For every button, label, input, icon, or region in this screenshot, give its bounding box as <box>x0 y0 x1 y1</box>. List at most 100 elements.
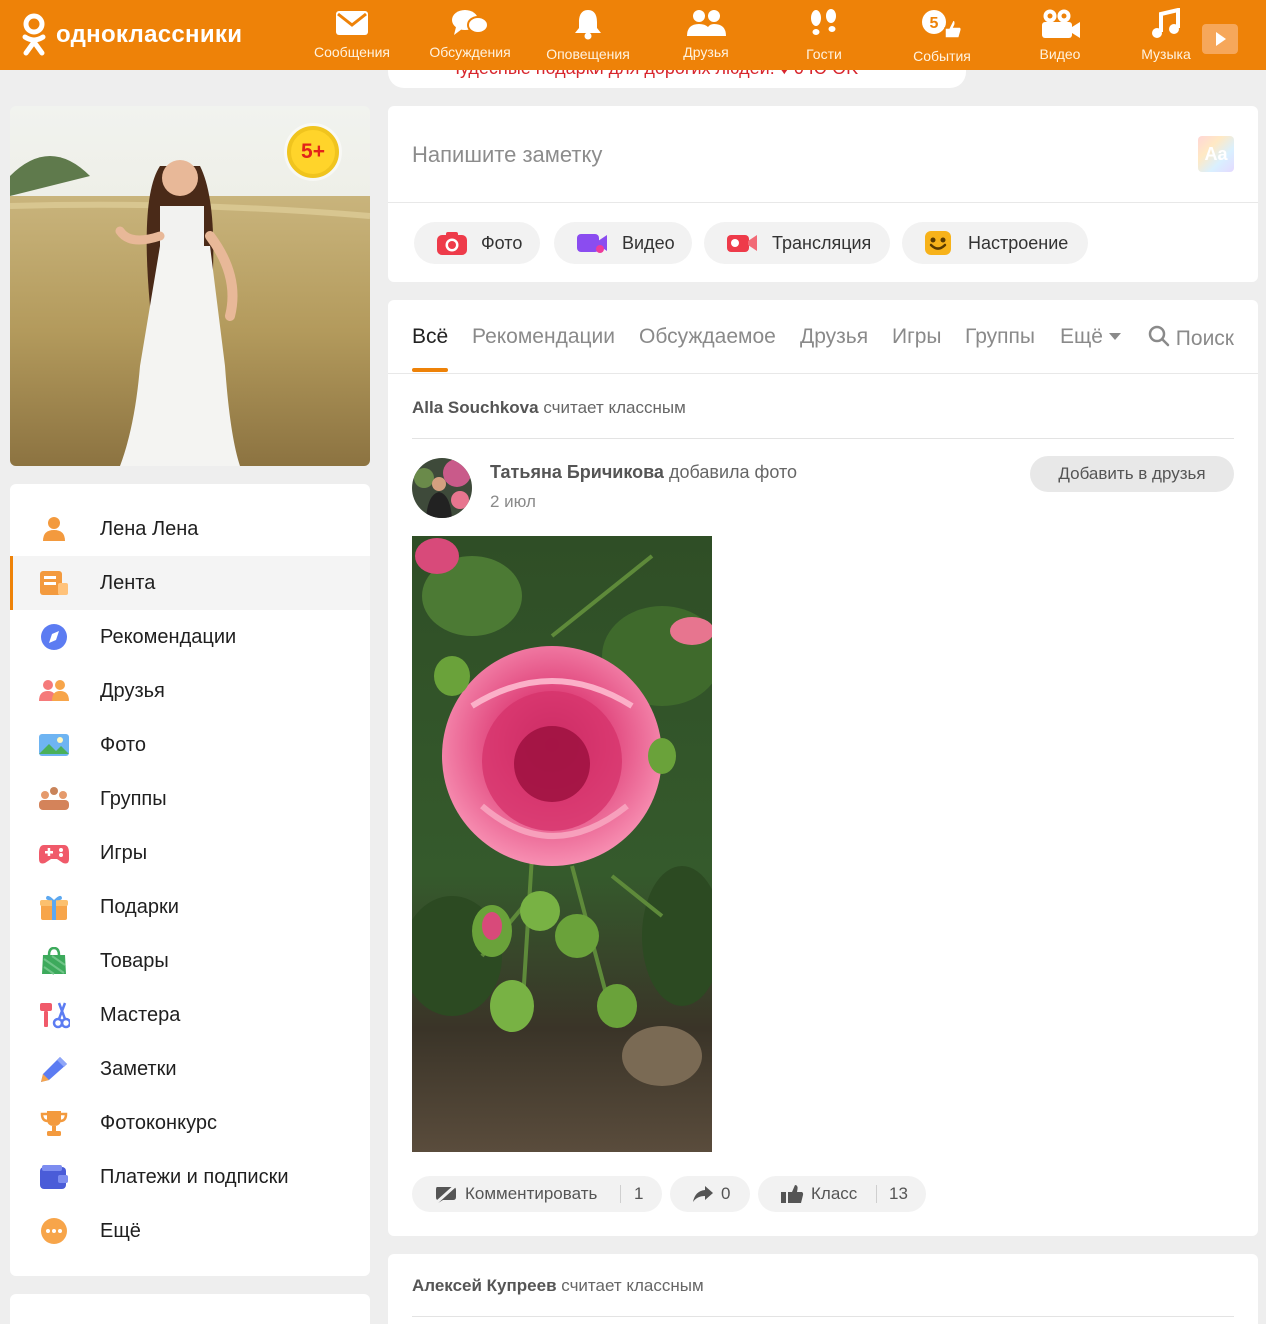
like-button[interactable]: Класс 13 <box>758 1176 926 1212</box>
menu-item-notes[interactable]: Заметки <box>10 1042 370 1096</box>
tab-groups[interactable]: Группы <box>965 325 1035 349</box>
video-camera-icon <box>1042 9 1080 38</box>
nav-notifications[interactable]: Оповещения <box>533 6 643 62</box>
menu-item-games[interactable]: Игры <box>10 826 370 880</box>
share-button[interactable]: 0 <box>670 1176 750 1212</box>
menu-item-recommendations[interactable]: Рекомендации <box>10 610 370 664</box>
menu-item-photos[interactable]: Фото <box>10 718 370 772</box>
comment-count: 1 <box>634 1184 644 1203</box>
feed-icon <box>40 571 68 595</box>
tab-all[interactable]: Всё <box>412 325 448 349</box>
broadcast-button[interactable]: Трансляция <box>704 222 890 264</box>
tab-more[interactable]: Ещё <box>1060 325 1121 349</box>
nav-label: Друзья <box>683 44 729 60</box>
like-count: 13 <box>889 1184 908 1203</box>
profile-badge[interactable]: 5+ <box>287 126 339 178</box>
more-dots-icon <box>41 1218 67 1244</box>
liker-name[interactable]: Alla Souchkova <box>412 398 539 417</box>
broadcast-icon <box>727 235 757 252</box>
events-icon: 5 <box>922 10 963 39</box>
menu-item-label: Платежи и подписки <box>100 1165 289 1188</box>
video-button[interactable]: Видео <box>554 222 692 264</box>
menu-item-label: Лена Лена <box>100 517 199 540</box>
top-navigation-bar: одноклассники Сообщения Обсуждения Опове… <box>0 0 1266 70</box>
nav-label: Обсуждения <box>429 44 511 60</box>
tab-friends[interactable]: Друзья <box>800 325 868 349</box>
mood-button[interactable]: Настроение <box>902 222 1088 264</box>
pencil-icon <box>41 1057 67 1082</box>
music-note-icon <box>1152 8 1180 38</box>
author-avatar[interactable] <box>412 458 472 518</box>
menu-item-masters[interactable]: Мастера <box>10 988 370 1042</box>
divider <box>412 1316 1234 1317</box>
chat-bubbles-icon <box>452 10 489 35</box>
post-context-line: Алексей Купреев считает классным <box>412 1276 704 1296</box>
nav-friends[interactable]: Друзья <box>651 6 761 60</box>
compass-icon <box>41 624 67 650</box>
nav-label: Гости <box>806 46 842 62</box>
liker-name[interactable]: Алексей Купреев <box>412 1276 557 1295</box>
tab-discussed[interactable]: Обсуждаемое <box>639 325 776 349</box>
post-date[interactable]: 2 июл <box>490 492 536 512</box>
groups-icon <box>39 787 69 810</box>
menu-item-photo-contest[interactable]: Фотоконкурс <box>10 1096 370 1150</box>
author-name[interactable]: Татьяна Бричикова <box>490 462 664 482</box>
nav-label: События <box>913 48 971 64</box>
menu-item-feed[interactable]: Лента <box>10 556 370 610</box>
menu-item-groups[interactable]: Группы <box>10 772 370 826</box>
menu-item-label: Подарки <box>100 895 179 918</box>
nav-discussions[interactable]: Обсуждения <box>415 6 525 60</box>
note-input[interactable]: Напишите заметку <box>412 142 602 168</box>
menu-item-goods[interactable]: Товары <box>10 934 370 988</box>
video-icon <box>577 234 607 253</box>
wallet-icon <box>40 1165 68 1189</box>
pill-label: Трансляция <box>772 232 872 253</box>
post-photo[interactable] <box>412 536 712 1152</box>
left-secondary-card <box>10 1294 370 1324</box>
menu-item-friends[interactable]: Друзья <box>10 664 370 718</box>
bell-icon <box>575 10 601 40</box>
author-action: добавила фото <box>668 462 797 482</box>
left-menu: Лена Лена Лента Рекомендации Друзья Фото… <box>10 484 370 1276</box>
tab-games[interactable]: Игры <box>892 325 942 349</box>
feed-search[interactable]: Поиск <box>1148 325 1234 351</box>
footprints-icon <box>811 9 836 35</box>
menu-item-payments[interactable]: Платежи и подписки <box>10 1150 370 1204</box>
rose-photo-image <box>412 536 712 1152</box>
menu-item-label: Ещё <box>100 1219 141 1242</box>
add-friend-button[interactable]: Добавить в друзья <box>1030 456 1234 492</box>
nav-video[interactable]: Видео <box>1005 6 1115 62</box>
caret-down-icon <box>1108 333 1121 340</box>
user-icon <box>43 517 65 541</box>
video-player-button[interactable] <box>1202 24 1238 54</box>
comment-label: Комментировать <box>465 1184 598 1203</box>
menu-item-label: Заметки <box>100 1057 177 1080</box>
like-label: Класс <box>811 1184 858 1203</box>
nav-events[interactable]: 5 События <box>887 6 997 64</box>
smiley-icon <box>925 231 951 255</box>
tab-recommendations[interactable]: Рекомендации <box>472 325 615 349</box>
profile-photo[interactable]: 5+ <box>10 106 370 466</box>
envelope-icon <box>336 11 368 35</box>
menu-item-label: Мастера <box>100 1003 181 1026</box>
text-style-icon[interactable]: Aa <box>1198 136 1234 172</box>
news-feed-next-post: Алексей Купреев считает классным <box>388 1254 1258 1324</box>
divider <box>388 202 1258 203</box>
nav-label: Сообщения <box>314 44 390 60</box>
menu-item-more[interactable]: Ещё <box>10 1204 370 1258</box>
nav-guests[interactable]: Гости <box>769 6 879 62</box>
comment-button[interactable]: Комментировать 1 <box>412 1176 662 1212</box>
post-author-line: Татьяна Бричикова добавила фото <box>490 462 797 483</box>
liker-action: считает классным <box>543 398 686 417</box>
shopping-bag-icon <box>42 947 66 975</box>
thumbs-up-icon <box>781 1185 804 1203</box>
menu-item-profile[interactable]: Лена Лена <box>10 502 370 556</box>
photo-button[interactable]: Фото <box>414 222 540 264</box>
nav-label: Оповещения <box>546 46 630 62</box>
active-tab-indicator <box>412 368 448 372</box>
tab-more-label: Ещё <box>1060 325 1103 348</box>
menu-item-gifts[interactable]: Подарки <box>10 880 370 934</box>
pill-label: Настроение <box>968 232 1069 253</box>
tools-icon <box>40 1002 70 1029</box>
nav-messages[interactable]: Сообщения <box>297 6 407 60</box>
